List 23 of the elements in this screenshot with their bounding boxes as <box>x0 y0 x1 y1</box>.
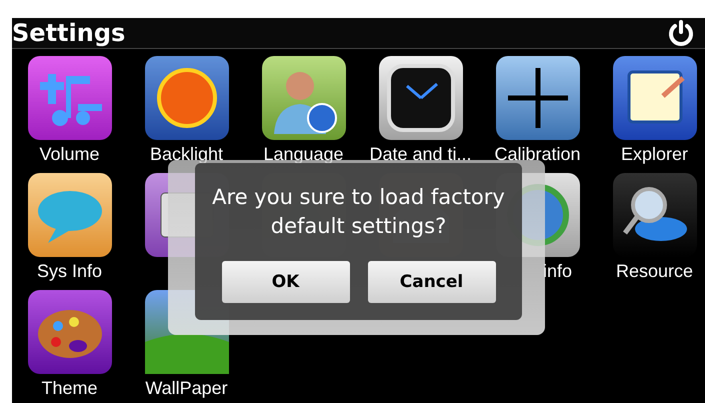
app-label: Sys Info <box>36 261 102 282</box>
sun-icon[interactable] <box>144 56 228 140</box>
dialog-button[interactable]: Cancel <box>368 261 496 303</box>
clock-icon[interactable] <box>378 56 462 140</box>
document-icon[interactable] <box>612 56 696 140</box>
speech-icon[interactable] <box>28 173 112 257</box>
crosshair-icon[interactable] <box>496 56 580 140</box>
app-label: Date and ti... <box>369 144 472 165</box>
app-label: Calibration <box>494 144 581 165</box>
screen-title: Settings <box>12 18 126 48</box>
app-label: Language <box>263 144 344 165</box>
app-label: WallPaper <box>145 378 228 399</box>
palette-icon[interactable] <box>28 290 112 374</box>
dialog-button[interactable]: OK <box>222 261 350 303</box>
app-label: Backlight <box>150 144 224 165</box>
power-icon[interactable] <box>667 19 695 47</box>
volume-icon[interactable] <box>28 56 112 140</box>
person-icon[interactable] <box>262 56 346 140</box>
app-label: Resource <box>616 261 694 282</box>
dialog-message: Are you sure to load factory default settings? <box>211 184 506 240</box>
app-label: Explorer <box>620 144 688 165</box>
app-label: Theme <box>41 378 98 399</box>
app-label: Volume <box>39 144 100 165</box>
